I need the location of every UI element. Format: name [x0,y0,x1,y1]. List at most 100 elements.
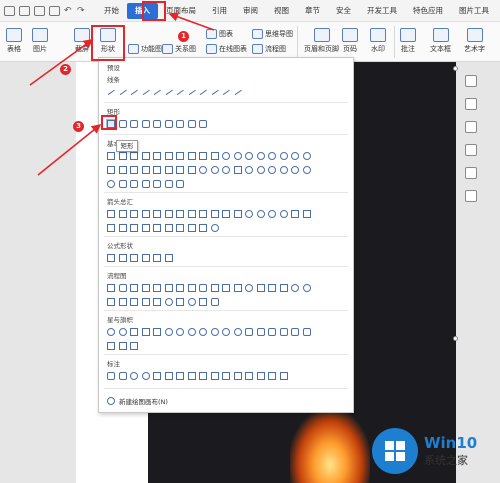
chord-shape[interactable] [279,152,288,160]
flow-punched-tape-shape[interactable] [279,284,288,292]
redo-icon[interactable]: ↷ [77,6,86,16]
tab-security[interactable]: 安全 [328,3,359,19]
flow-sort-shape[interactable] [118,298,127,306]
textbox-button[interactable]: 文本框 [430,28,451,54]
star-10-shape[interactable] [187,328,196,336]
snip-round-shape[interactable] [164,120,173,128]
right-arrow-shape[interactable] [107,210,115,218]
left-arrow-callout-shape[interactable] [141,224,150,232]
freeform-shape[interactable] [222,89,234,101]
tab-home[interactable]: 开始 [96,3,127,19]
left-right-arrow-callout-shape[interactable] [176,224,184,232]
flow-summing-junction-shape[interactable] [291,284,299,292]
flow-process-shape[interactable] [107,284,115,292]
left-brace-shape[interactable] [164,180,173,188]
curved-up-arrow-shape[interactable] [268,210,276,218]
line-callout-2-shape[interactable] [164,372,173,380]
picture-button[interactable]: 图片 [32,28,48,54]
border-callout-3-shape[interactable] [268,372,276,380]
flow-collate-shape[interactable] [107,298,115,306]
pentagon-shape[interactable] [199,152,207,160]
quad-arrow-shape[interactable] [176,210,184,218]
u-turn-arrow-shape[interactable] [210,210,219,218]
bent-arrow-shape[interactable] [199,210,207,218]
arc-shape[interactable] [107,180,115,188]
flow-sequential-access-shape[interactable] [176,298,184,306]
comment-button[interactable]: 批注 [400,28,416,54]
plaque-shape[interactable] [153,166,161,174]
flow-document-shape[interactable] [176,284,184,292]
round-two-corner-shape[interactable] [187,120,196,128]
export-icon[interactable] [49,5,60,16]
donut-shape[interactable] [199,166,207,174]
left-right-up-arrow-shape[interactable] [187,210,196,218]
frame-shape[interactable] [302,152,311,160]
minus-shape[interactable] [118,254,127,262]
picture-settings-icon[interactable] [465,190,477,202]
flow-data-shape[interactable] [141,284,150,292]
diagonal-stripe-shape[interactable] [130,166,138,174]
teardrop-shape[interactable] [291,152,299,160]
smiley-face-shape[interactable] [245,166,253,174]
cube-shape[interactable] [176,166,184,174]
star-16-shape[interactable] [210,328,219,336]
flow-multidocument-shape[interactable] [187,284,196,292]
funcmap-button[interactable]: 功能图 [128,44,162,54]
flow-card-shape[interactable] [268,284,276,292]
plus-shape[interactable] [107,254,115,262]
round-diagonal-shape[interactable] [199,120,207,128]
flow-internal-storage-shape[interactable] [164,284,173,292]
flow-terminator-shape[interactable] [199,284,207,292]
curved-ribbon-up-shape[interactable] [268,328,276,336]
adjust-icon[interactable] [465,144,477,156]
striped-right-arrow-shape[interactable] [291,210,299,218]
save-icon[interactable] [4,5,15,16]
layout-options-icon[interactable] [465,75,477,87]
curved-ribbon-down-shape[interactable] [279,328,288,336]
border-callout-2-shape[interactable] [256,372,265,380]
multiply-shape[interactable] [130,254,138,262]
accent-callout-2-shape[interactable] [210,372,219,380]
divide-shape[interactable] [141,254,150,262]
wave-shape[interactable] [107,342,115,350]
rounded-rect-callout-shape[interactable] [118,372,127,380]
curve-shape[interactable] [211,89,223,101]
flow-or-shape[interactable] [302,284,311,292]
flag-shape[interactable] [130,342,138,350]
folded-corner-shape[interactable] [233,166,242,174]
curved-right-arrow-shape[interactable] [245,210,253,218]
explosion-2-shape[interactable] [118,328,127,336]
oval-callout-shape[interactable] [130,372,138,380]
textbox-shape[interactable] [107,152,115,160]
not-equal-shape[interactable] [164,254,173,262]
right-triangle-shape[interactable] [153,152,161,160]
cloud-shape[interactable] [302,166,311,174]
elbow-connector-shape[interactable] [142,89,154,101]
flow-connector-shape[interactable] [245,284,253,292]
flow-display-shape[interactable] [210,298,219,306]
equal-shape[interactable] [153,254,161,262]
heart-shape[interactable] [256,166,265,174]
tab-review[interactable]: 审阅 [235,3,266,19]
double-brace-shape[interactable] [130,180,138,188]
undo-icon[interactable]: ↶ [64,6,73,16]
elbow-arrow-shape[interactable] [153,89,165,101]
parallelogram-shape[interactable] [164,152,173,160]
watermark-button[interactable]: 水印 [370,28,386,54]
up-arrow-callout-shape[interactable] [153,224,161,232]
cross-shape[interactable] [141,166,150,174]
heptagon-shape[interactable] [222,152,230,160]
block-arc-shape[interactable] [222,166,230,174]
flow-manual-input-shape[interactable] [222,284,230,292]
arrow-line-shape[interactable] [119,89,131,101]
round-one-corner-shape[interactable] [176,120,184,128]
down-arrow-shape[interactable] [141,210,150,218]
bevel-shape[interactable] [187,166,196,174]
new-drawing-canvas-item[interactable]: 新建绘图画布(N) [107,396,168,406]
notched-right-arrow-shape[interactable] [302,210,311,218]
vertical-textbox-shape[interactable] [118,152,127,160]
tab-features[interactable]: 特色应用 [405,3,451,19]
crop-icon[interactable] [465,121,477,133]
table-button[interactable]: 表格 [6,28,22,54]
curved-arrow-shape[interactable] [188,89,200,101]
